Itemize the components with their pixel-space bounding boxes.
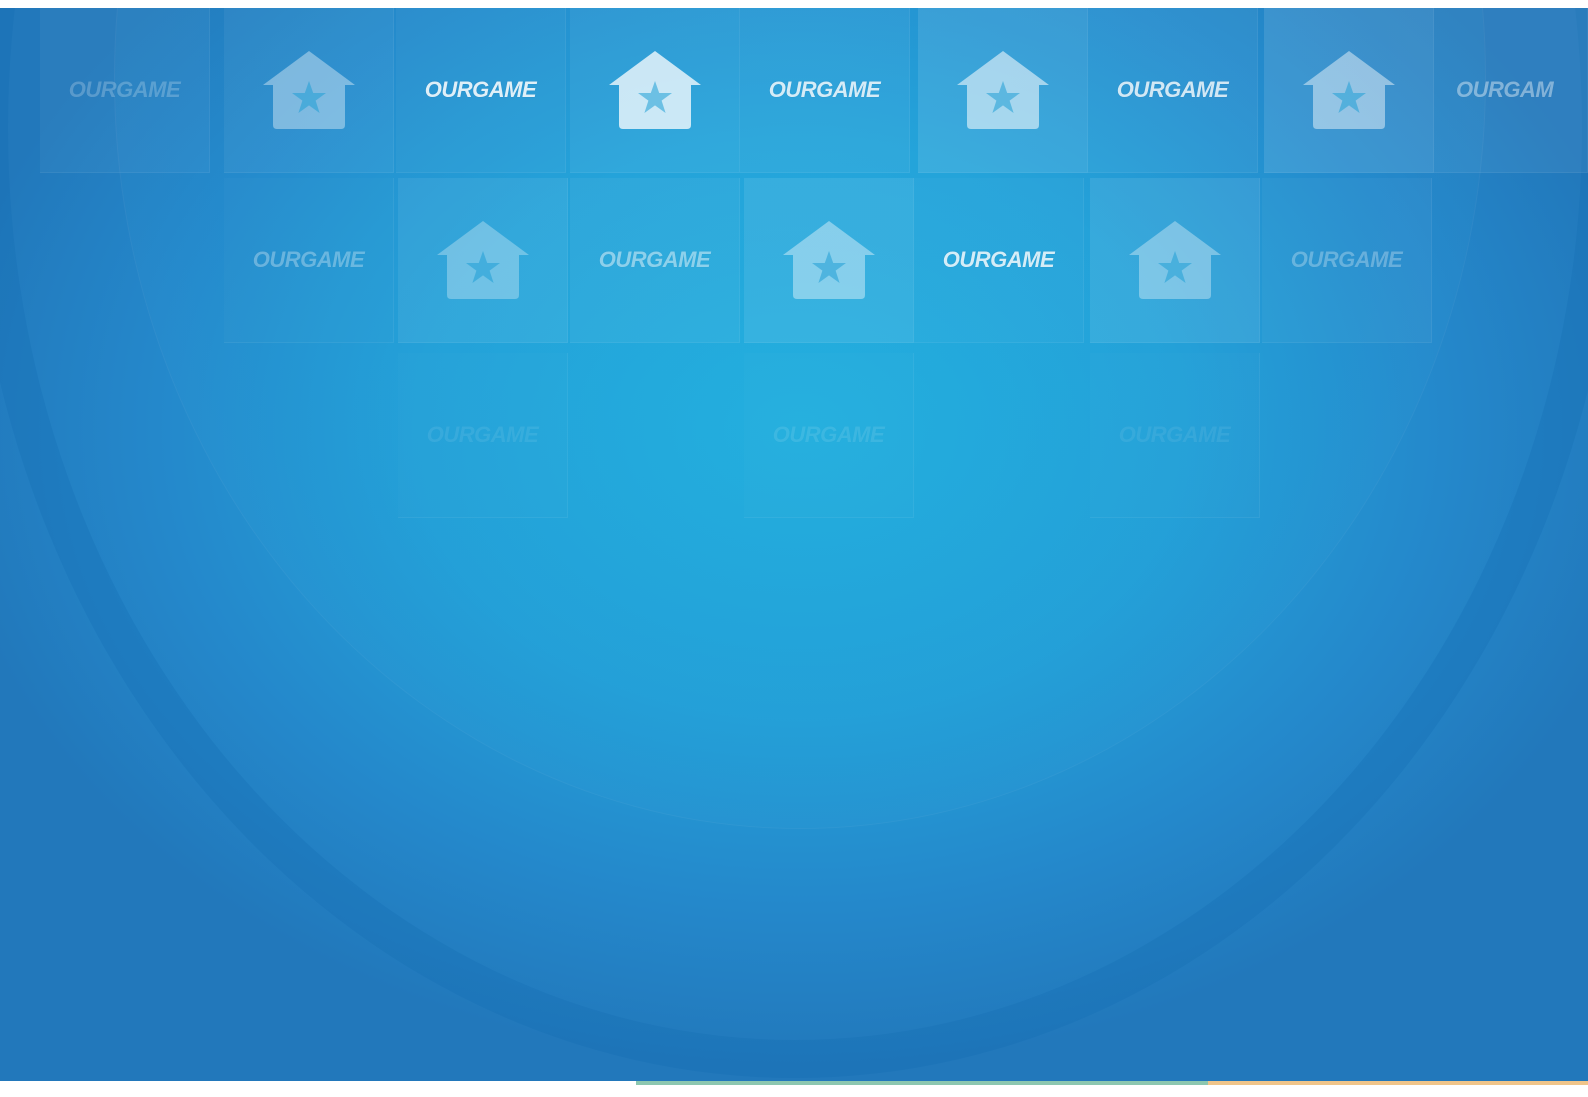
- brand-logo-tile: OURGAME: [1262, 178, 1432, 343]
- brand-logo-tile: OURGAM: [1434, 8, 1588, 173]
- house-star-tile: [1090, 178, 1260, 343]
- house-star-tile: [224, 8, 394, 173]
- brand-logo-text: OURGAME: [1290, 247, 1403, 272]
- house-star-icon: [955, 49, 1051, 131]
- house-star-icon: [261, 49, 357, 131]
- brand-logo-text: OURGAM: [1456, 77, 1554, 102]
- game-background: OURGAME OURGAME OURGAME OURGAME OURGAM OURGAM…: [0, 8, 1588, 1097]
- brand-logo-tile: OURGAME: [914, 178, 1084, 343]
- brand-logo-tile: OURGAME: [1088, 8, 1258, 173]
- brand-logo-text: OURGAME: [772, 422, 885, 447]
- brand-logo-tile: OURGAME: [1090, 353, 1260, 518]
- house-star-tile: [744, 178, 914, 343]
- brand-logo-text: OURGAME: [424, 77, 537, 102]
- brand-logo-text: OURGAME: [252, 247, 365, 272]
- brand-logo-tile: OURGAME: [398, 353, 568, 518]
- house-star-tile: [398, 178, 568, 343]
- brand-logo-tile: OURGAME: [396, 8, 566, 173]
- house-star-tile: [918, 8, 1088, 173]
- brand-logo-tile: OURGAME: [744, 353, 914, 518]
- bottom-accent-green: [636, 1081, 1208, 1085]
- house-star-tile: [1264, 8, 1434, 173]
- brand-logo-text: OURGAME: [598, 247, 711, 272]
- house-star-icon: [1301, 49, 1397, 131]
- brand-logo-text: OURGAME: [942, 247, 1055, 272]
- house-star-tile: [570, 8, 740, 173]
- brand-logo-text: OURGAME: [68, 77, 181, 102]
- house-star-icon: [435, 219, 531, 301]
- brand-logo-text: OURGAME: [768, 77, 881, 102]
- brand-logo-tile: OURGAME: [40, 8, 210, 173]
- house-star-icon: [607, 49, 703, 131]
- brand-logo-tile: OURGAME: [740, 8, 910, 173]
- brand-logo-tile: OURGAME: [570, 178, 740, 343]
- house-star-icon: [1127, 219, 1223, 301]
- house-star-icon: [781, 219, 877, 301]
- brand-logo-tile: OURGAME: [224, 178, 394, 343]
- brand-logo-text: OURGAME: [1116, 77, 1229, 102]
- brand-logo-text: OURGAME: [1118, 422, 1231, 447]
- brand-logo-text: OURGAME: [426, 422, 539, 447]
- bottom-accent-orange: [1208, 1081, 1588, 1085]
